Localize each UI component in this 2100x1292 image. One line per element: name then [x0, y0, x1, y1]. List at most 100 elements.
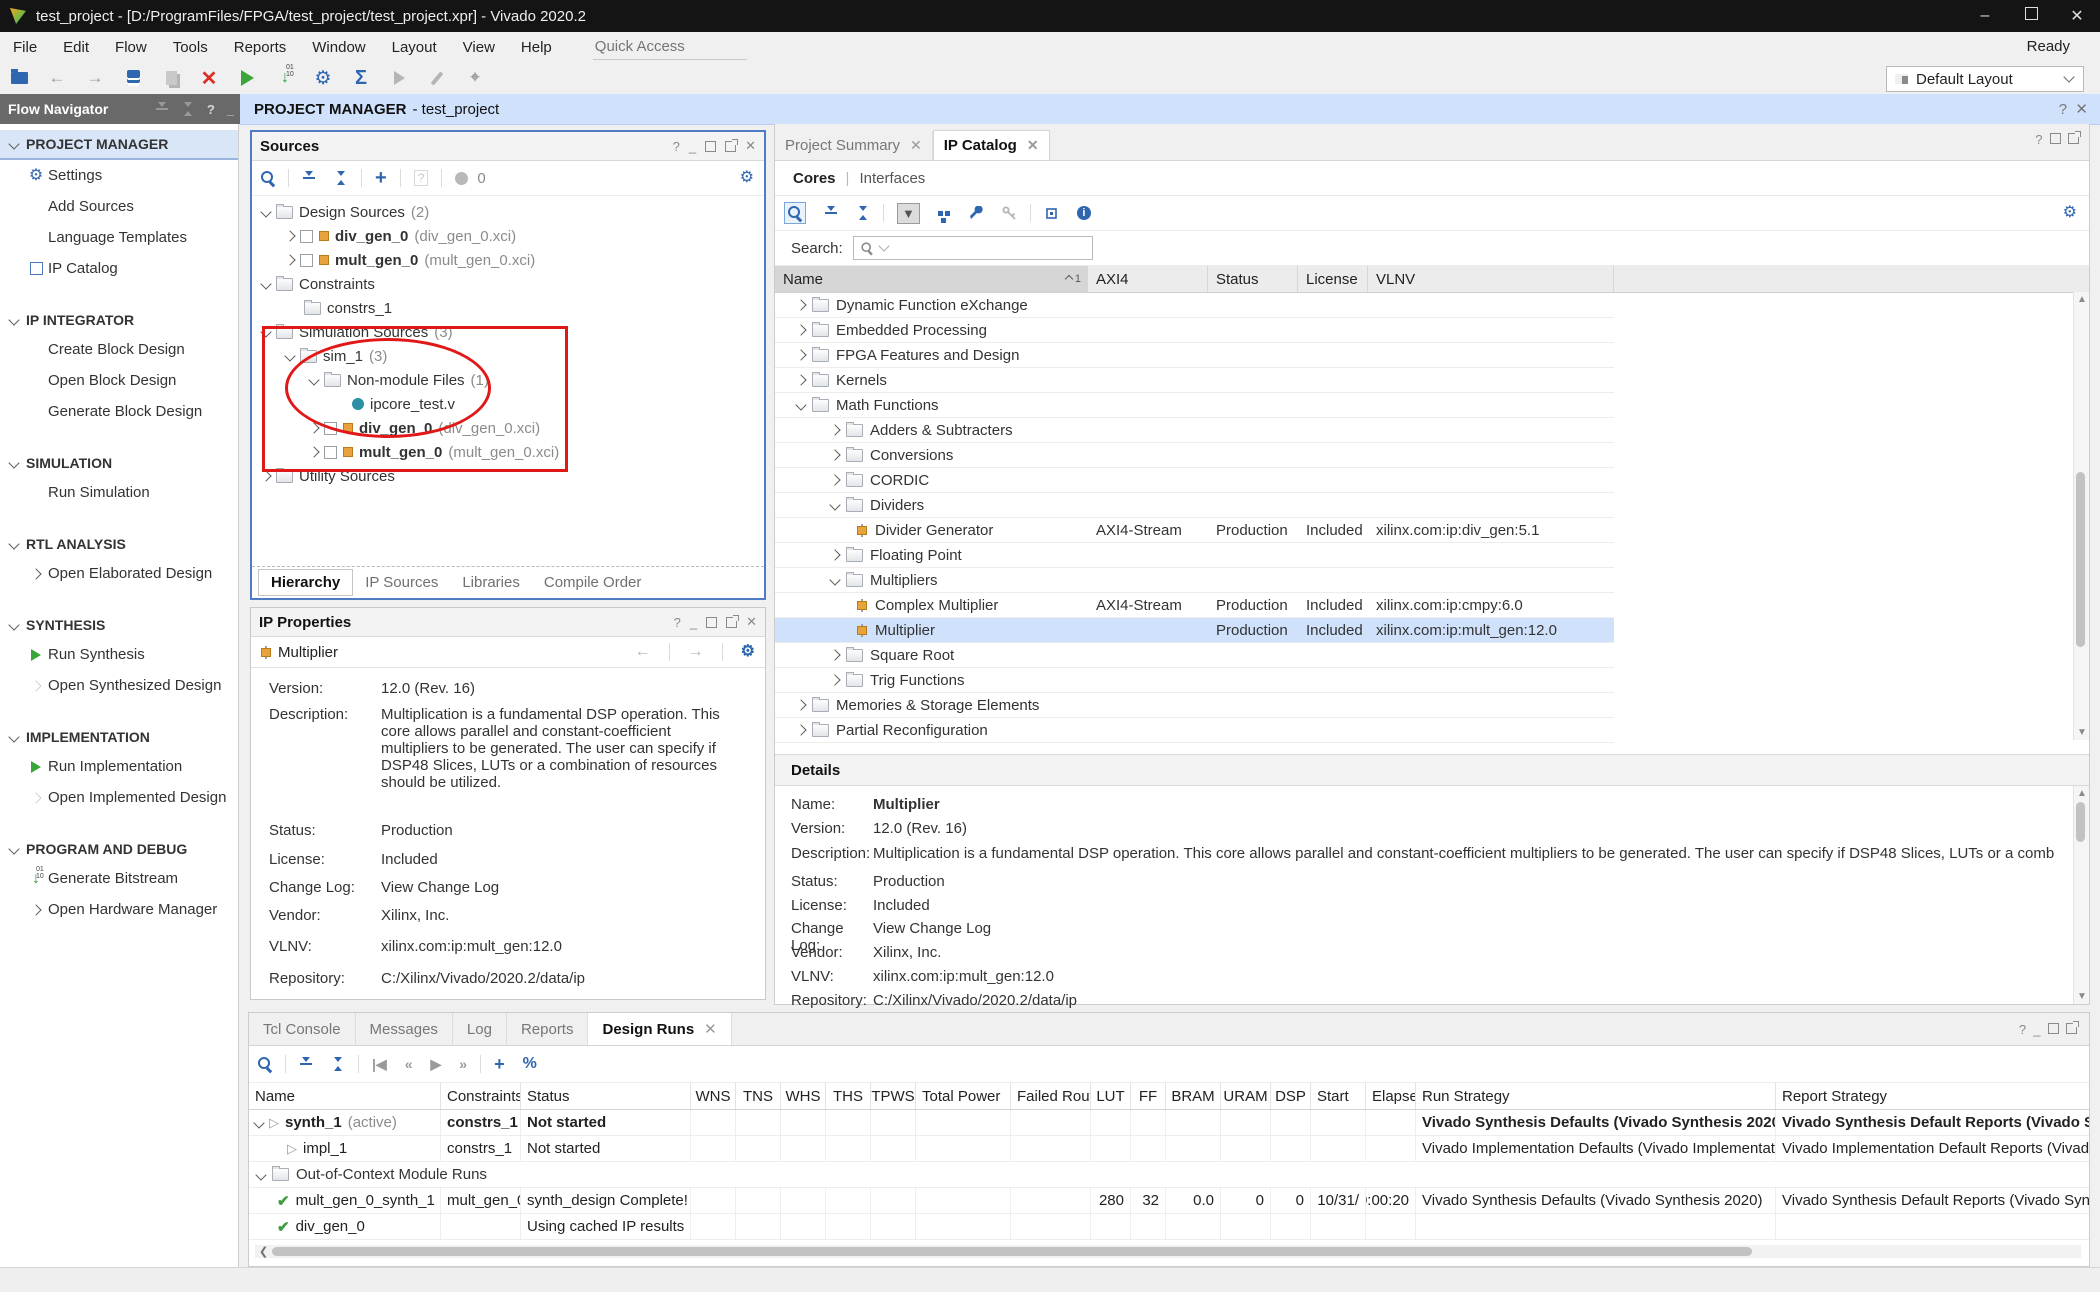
chevron-down-icon[interactable]	[260, 206, 271, 217]
help-icon[interactable]: ?	[673, 139, 680, 154]
edit-pencil-icon[interactable]	[428, 68, 446, 88]
cancel-run-icon[interactable]	[390, 68, 408, 88]
tree-row-sim-1[interactable]: sim_1(3)	[252, 344, 764, 368]
chevron-down-icon[interactable]	[260, 278, 271, 289]
tab-ip-catalog[interactable]: IP Catalog✕	[933, 130, 1050, 160]
chevron-down-icon[interactable]	[260, 326, 271, 337]
column-dsp[interactable]: DSP	[1271, 1083, 1311, 1109]
tree-row-utility-sources[interactable]: Utility Sources	[252, 464, 764, 488]
nav-item-open-implemented-design[interactable]: Open Implemented Design	[0, 782, 238, 813]
column-bram[interactable]: BRAM	[1166, 1083, 1221, 1109]
nav-item-generate-block-design[interactable]: Generate Block Design	[0, 396, 238, 427]
status-link[interactable]: Production	[381, 822, 733, 839]
collapse-all-icon[interactable]	[302, 171, 316, 185]
catalog-vertical-scrollbar[interactable]: ▲ ▼	[2073, 292, 2089, 740]
scroll-left-icon[interactable]: ❮	[259, 1245, 268, 1258]
run-row-div-gen-0[interactable]: ✔div_gen_0 Using cached IP results	[249, 1214, 2089, 1240]
tab-design-runs[interactable]: Design Runs✕	[588, 1013, 731, 1045]
menu-edit[interactable]: Edit	[50, 39, 102, 56]
chevron-right-icon[interactable]	[795, 724, 806, 735]
key-icon[interactable]	[1002, 206, 1017, 221]
expand-all-icon[interactable]	[181, 102, 195, 116]
percent-icon[interactable]: %	[523, 1055, 537, 1073]
close-icon[interactable]: ✕	[704, 1020, 717, 1038]
menu-view[interactable]: View	[450, 39, 508, 56]
catalog-search-input[interactable]	[853, 236, 1093, 260]
column-run-strategy[interactable]: Run Strategy	[1416, 1083, 1776, 1109]
catalog-row-divider-generator[interactable]: Divider GeneratorAXI4-StreamProductionIn…	[775, 518, 1614, 543]
column-lut[interactable]: LUT	[1091, 1083, 1131, 1109]
forward-arrow-icon[interactable]: →	[688, 643, 704, 661]
tab-messages[interactable]: Messages	[356, 1013, 453, 1045]
maximize-panel-icon[interactable]	[705, 141, 716, 152]
nav-item-open-elaborated-design[interactable]: Open Elaborated Design	[0, 558, 238, 589]
catalog-row[interactable]: CORDIC	[775, 468, 1614, 493]
chevron-down-icon[interactable]	[795, 399, 806, 410]
gear-icon[interactable]: ⚙	[2063, 205, 2077, 221]
scrollbar-thumb[interactable]	[2076, 472, 2085, 647]
tree-row-div-gen[interactable]: div_gen_0(div_gen_0.xci)	[252, 224, 764, 248]
catalog-row[interactable]: FPGA Features and Design	[775, 343, 1614, 368]
catalog-row[interactable]: Kernels	[775, 368, 1614, 393]
catalog-row[interactable]: Conversions	[775, 443, 1614, 468]
play-icon[interactable]: ▶	[430, 1056, 441, 1073]
nav-item-run-synthesis[interactable]: Run Synthesis	[0, 639, 238, 670]
close-panel-icon[interactable]: ✕	[745, 138, 756, 154]
fast-forward-icon[interactable]: »	[459, 1056, 467, 1072]
minimize-panel-icon[interactable]: _	[689, 139, 696, 154]
run-row-mult-gen-0-synth-1[interactable]: ✔mult_gen_0_synth_1 mult_gen_0 synth_des…	[249, 1188, 2089, 1214]
close-window-icon[interactable]: ✕	[2054, 6, 2100, 26]
report-sigma-icon[interactable]: Σ	[352, 68, 370, 88]
add-sources-icon[interactable]: +	[375, 167, 387, 190]
tree-row-mult-gen[interactable]: mult_gen_0(mult_gen_0.xci)	[252, 248, 764, 272]
undo-icon[interactable]: ←	[48, 68, 66, 88]
scrollbar-thumb[interactable]	[272, 1247, 1752, 1256]
chevron-right-icon[interactable]	[308, 422, 319, 433]
generate-bitstream-icon[interactable]: ↓0110	[276, 68, 294, 88]
nav-item-language-templates[interactable]: Language Templates	[0, 222, 238, 253]
catalog-row[interactable]: Trig Functions	[775, 668, 1614, 693]
layout-selector[interactable]: Default Layout	[1886, 66, 2084, 92]
horizontal-scrollbar[interactable]: ❮	[255, 1245, 2081, 1258]
nav-item-generate-bitstream[interactable]: ↓0110Generate Bitstream	[0, 863, 238, 894]
menu-layout[interactable]: Layout	[379, 39, 450, 56]
nav-item-run-simulation[interactable]: Run Simulation	[0, 477, 238, 508]
column-whs[interactable]: WHS	[781, 1083, 826, 1109]
scroll-down-icon[interactable]: ▼	[2077, 991, 2087, 1002]
tab-tcl-console[interactable]: Tcl Console	[249, 1013, 356, 1045]
wrench-icon[interactable]	[969, 206, 984, 221]
probe-cursor-icon[interactable]: ⌖	[466, 68, 484, 88]
delete-icon[interactable]: ✕	[200, 68, 218, 88]
catalog-row-multiplier-selected[interactable]: MultiplierProductionIncludedxilinx.com:i…	[775, 618, 1614, 643]
chevron-right-icon[interactable]	[284, 230, 295, 241]
scroll-down-icon[interactable]: ▼	[2077, 727, 2087, 738]
panel-buttons[interactable]: ? _	[2019, 1022, 2077, 1037]
nav-item-open-hardware-manager[interactable]: Open Hardware Manager	[0, 894, 238, 925]
nav-item-open-block-design[interactable]: Open Block Design	[0, 365, 238, 396]
chevron-right-icon[interactable]	[829, 649, 840, 660]
expand-all-icon[interactable]	[334, 171, 348, 185]
settings-gear-icon[interactable]: ⚙	[314, 68, 332, 88]
column-tpws[interactable]: TPWS	[871, 1083, 916, 1109]
workspace-header-buttons[interactable]: ? ✕	[2059, 100, 2088, 118]
nav-item-run-implementation[interactable]: Run Implementation	[0, 751, 238, 782]
collapse-all-icon[interactable]	[155, 102, 169, 116]
section-synthesis[interactable]: SYNTHESIS	[0, 611, 238, 639]
tree-row-design-sources[interactable]: Design Sources(2)	[252, 200, 764, 224]
column-license[interactable]: License	[1298, 266, 1368, 292]
minimize-panel-icon[interactable]: _	[690, 615, 697, 630]
subtab-cores[interactable]: Cores	[793, 170, 836, 187]
tab-ip-sources[interactable]: IP Sources	[353, 570, 450, 595]
float-panel-icon[interactable]	[726, 617, 737, 628]
chevron-down-icon[interactable]	[308, 374, 319, 385]
chevron-down-icon[interactable]	[253, 1117, 264, 1128]
column-elapsed[interactable]: Elapsed	[1366, 1083, 1416, 1109]
expand-all-icon[interactable]	[856, 206, 870, 220]
details-vertical-scrollbar[interactable]: ▲ ▼	[2073, 786, 2089, 1004]
save-icon[interactable]	[124, 68, 142, 88]
column-axi4[interactable]: AXI4	[1088, 266, 1208, 292]
tab-reports[interactable]: Reports	[507, 1013, 589, 1045]
scrollbar-thumb[interactable]	[2076, 802, 2085, 842]
menu-reports[interactable]: Reports	[221, 39, 300, 56]
section-project-manager[interactable]: PROJECT MANAGER	[0, 130, 238, 160]
